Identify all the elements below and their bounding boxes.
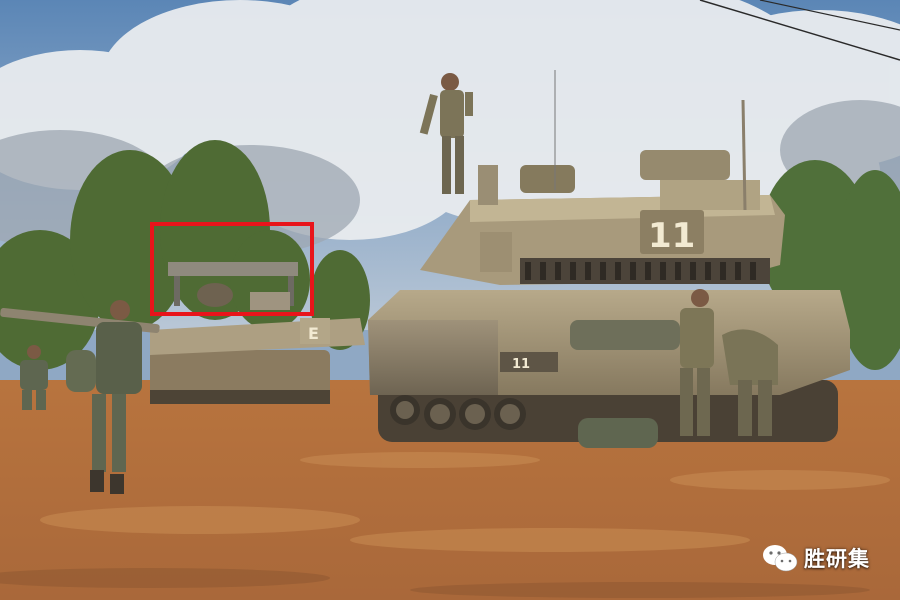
watermark-text: 胜研集	[804, 547, 870, 571]
turret-marking: 11	[648, 216, 695, 256]
photo-scene: E 11 11	[0, 0, 900, 600]
hull-marking: 11	[512, 357, 530, 372]
wechat-icon	[760, 543, 800, 573]
watermark: 胜研集	[760, 538, 870, 578]
soldier-near-tank	[680, 289, 714, 436]
highlight-box	[150, 222, 314, 316]
svg-text:E: E	[308, 324, 319, 343]
